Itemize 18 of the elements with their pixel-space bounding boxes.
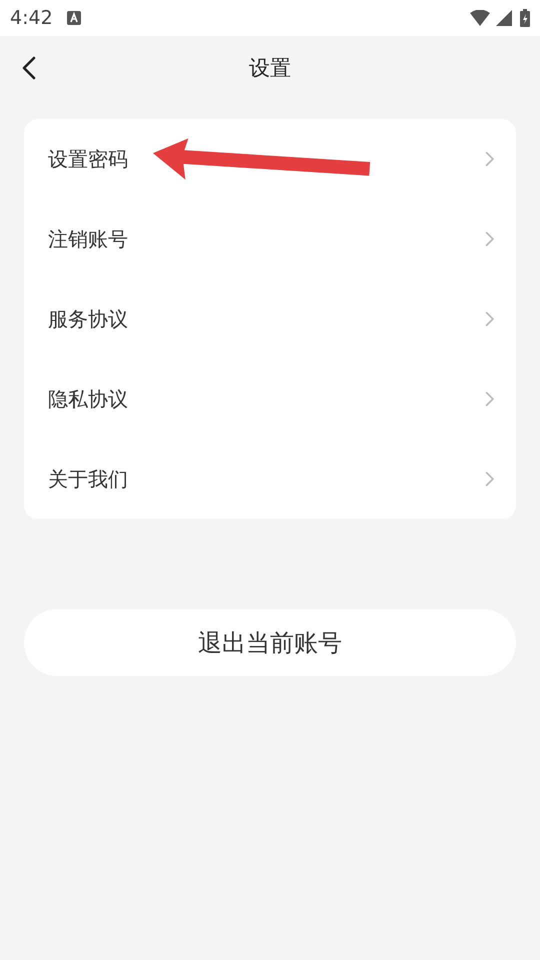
chevron-icon <box>485 151 494 167</box>
signal-icon <box>496 10 512 26</box>
status-time: 4:42 <box>10 7 53 29</box>
app-notification-icon <box>66 11 81 25</box>
menu-item[interactable]: 注销账号 <box>24 199 516 279</box>
menu-item[interactable]: 服务协议 <box>24 279 516 359</box>
chevron-icon <box>485 231 494 247</box>
chevron-icon <box>485 471 494 487</box>
logout-button[interactable]: 退出当前账号 <box>24 609 516 676</box>
battery-icon <box>520 9 530 27</box>
menu-item[interactable]: 隐私协议 <box>24 359 516 439</box>
menu-item[interactable]: 关于我们 <box>24 439 516 519</box>
chevron-icon <box>485 391 494 407</box>
wifi-icon <box>470 10 490 26</box>
menu-item[interactable]: 设置密码 <box>24 119 516 199</box>
back-icon[interactable] <box>22 56 36 80</box>
chevron-icon <box>485 311 494 327</box>
page-title: 设置 <box>249 55 291 82</box>
